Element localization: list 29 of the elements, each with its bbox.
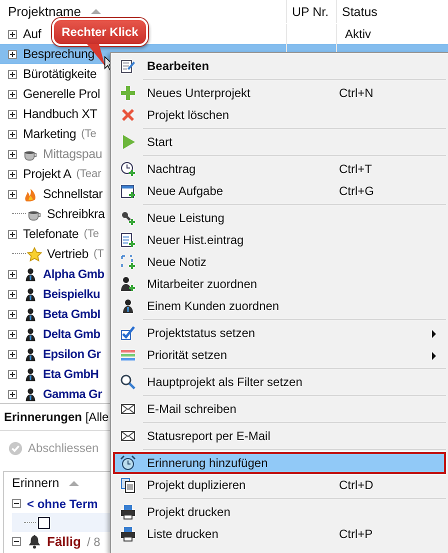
project-name: Alpha Gmb xyxy=(43,267,104,281)
project-name: Epsilon Gr xyxy=(43,347,101,361)
team-label: (Te xyxy=(81,128,96,140)
project-name: Bürotätigkeite xyxy=(23,67,97,81)
project-name: Generelle Prol xyxy=(23,87,100,101)
project-name: Beta GmbI xyxy=(43,307,100,321)
project-name: Auf xyxy=(23,27,42,41)
project-name: Besprechung xyxy=(23,47,94,61)
status-text: Aktiv xyxy=(345,27,372,41)
project-name: Delta Gmb xyxy=(43,327,100,341)
team-label: (Te xyxy=(84,228,99,240)
project-name: Gamma Gr xyxy=(43,387,102,401)
project-name: Schreibkra xyxy=(47,207,105,221)
project-name: Eta GmbH xyxy=(43,367,99,381)
project-name: Vertrieb xyxy=(47,247,88,261)
panel-title: Erinnerungen [Alle xyxy=(4,410,109,424)
project-name: Handbuch XT xyxy=(23,107,98,121)
team-label: (Tear xyxy=(76,168,102,180)
project-name: Telefonate xyxy=(23,227,79,241)
project-name: Mittagspau xyxy=(43,147,102,161)
count-label: / 8 xyxy=(86,534,100,548)
callout-bubble: Rechter Klick xyxy=(52,18,148,46)
project-name: Marketing xyxy=(23,127,76,141)
project-name: Beispielku xyxy=(43,287,100,301)
project-name: Projekt A xyxy=(23,167,72,181)
group-label: Fällig xyxy=(47,534,81,549)
group-label: < ohne Term xyxy=(27,496,98,510)
team-label: (T xyxy=(93,248,104,260)
project-name: Schnellstar xyxy=(43,187,103,201)
